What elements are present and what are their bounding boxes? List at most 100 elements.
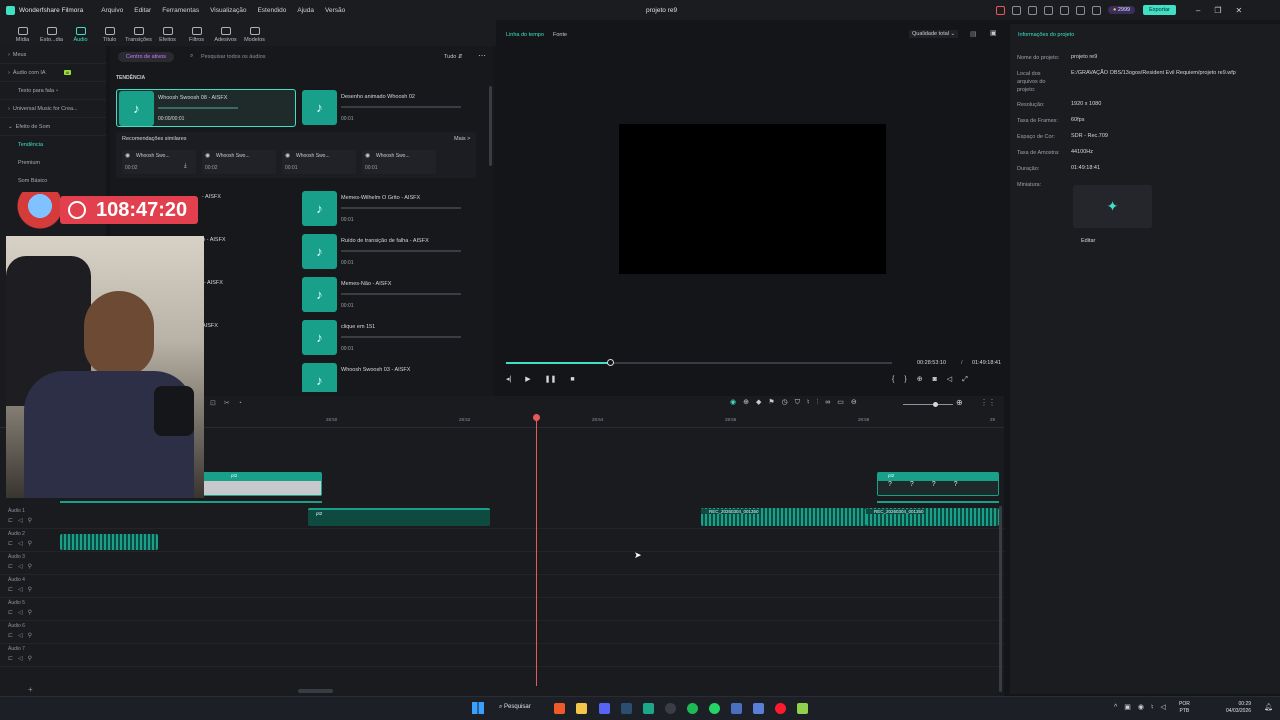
tool-audio[interactable]: Áudio — [66, 27, 95, 46]
zoom-slider-handle[interactable] — [933, 402, 938, 407]
play-icon[interactable]: ▶ — [525, 376, 530, 383]
maximize-icon[interactable]: ❐ — [1214, 6, 1221, 15]
track-controls[interactable]: ⊏◁⚲ — [8, 609, 37, 616]
thumbnail-preview[interactable]: ✦ — [1073, 185, 1152, 228]
tool-transitions[interactable]: Transições — [124, 27, 153, 46]
spotify-icon[interactable] — [687, 703, 698, 714]
bell-icon[interactable] — [1012, 5, 1021, 15]
volume-icon[interactable]: ◁ — [947, 376, 962, 383]
track-controls[interactable]: ⊏◁⚲ — [8, 563, 37, 570]
audio-search-input[interactable]: Pesquisar todos os áudios — [201, 54, 266, 60]
audio-clip[interactable] — [60, 534, 158, 550]
subtitle-icon[interactable]: ▭ — [837, 399, 851, 406]
track-controls[interactable]: ⊏◁⚲ — [8, 517, 37, 524]
notepad-icon[interactable] — [797, 703, 808, 714]
crop-icon[interactable]: ⊡ — [210, 400, 224, 407]
gift-icon[interactable] — [996, 5, 1005, 15]
video-clip[interactable]: pt2 — [200, 472, 322, 496]
sidebar-item-efeito-som[interactable]: ⌄ Efeito de Som — [0, 118, 106, 136]
ai-tool-icon[interactable]: ◉ — [730, 399, 743, 406]
playhead-handle[interactable] — [533, 414, 540, 421]
tool-title[interactable]: Título — [95, 27, 124, 46]
mark-icon[interactable]: ⚑ — [768, 399, 781, 406]
pause-icon[interactable]: ❚❚ — [545, 376, 557, 383]
playback-scrubber-handle[interactable] — [607, 359, 615, 366]
audio-clip[interactable]: REC_20260304_001350 — [866, 508, 999, 526]
audio-clip[interactable]: REC_20260304_001350 — [701, 508, 866, 526]
filmora-icon[interactable] — [643, 703, 654, 714]
track-controls[interactable]: ⊏◁⚲ — [8, 540, 37, 547]
split-icon[interactable]: ✂ — [224, 400, 238, 407]
tool-templates[interactable]: Modelos — [240, 27, 269, 46]
sidebar-item-audio-ia[interactable]: › Áudio com IA AI — [0, 64, 106, 82]
edit-thumbnail-button[interactable]: Editar — [1081, 238, 1095, 244]
similar-item[interactable]: ◉ Whoosh Swo... 00:02 — [202, 150, 276, 174]
steam-icon[interactable] — [621, 703, 632, 714]
obs-icon[interactable] — [665, 703, 676, 714]
start-icon[interactable] — [472, 702, 484, 714]
tool-stickers[interactable]: Adesivos — [211, 27, 240, 46]
timeline-scrollbar[interactable] — [298, 689, 333, 693]
audio-card-featured-2[interactable]: ♪ Desenho animado Whoosh 02 00:01 — [300, 89, 480, 127]
save-icon[interactable] — [1044, 5, 1053, 15]
layout-icon[interactable] — [1028, 5, 1037, 15]
vpn-icon[interactable] — [731, 703, 742, 714]
minimize-icon[interactable]: – — [1196, 6, 1200, 15]
auto-icon[interactable]: ⊕ — [743, 399, 756, 406]
zoom-slider[interactable] — [903, 402, 953, 407]
similar-item[interactable]: ◉ Whoosh Swo... 00:02 ⤓ — [122, 150, 196, 174]
track-controls[interactable]: ⊏◁⚲ — [8, 632, 37, 639]
menu-item-estendido[interactable]: Estendido — [257, 7, 286, 14]
filter-dropdown[interactable]: Tudo ⇵ — [444, 54, 462, 60]
menu-item-ajuda[interactable]: Ajuda — [297, 7, 314, 14]
brave-icon[interactable] — [554, 703, 565, 714]
similar-item[interactable]: ◉ Whoosh Swo... 00:01 — [282, 150, 356, 174]
discord-icon[interactable] — [599, 703, 610, 714]
mark-in-icon[interactable]: { — [892, 376, 904, 383]
taskbar-clock[interactable]: 00:29 04/03/2026 — [1226, 701, 1251, 715]
monitor-icon[interactable] — [753, 703, 764, 714]
prev-frame-icon[interactable]: ◂| — [506, 376, 511, 383]
tool-filters[interactable]: Filtros — [182, 27, 211, 46]
audio-card[interactable]: ♪ Ruído de transição de falha - AISFX 00:0… — [300, 233, 480, 271]
keyframe-icon[interactable]: ◆ — [756, 399, 768, 406]
audio-card[interactable]: ♪ clique em 151 00:01 — [300, 319, 480, 357]
notification-icon[interactable]: 🔔︎ — [1264, 703, 1273, 711]
user-icon[interactable] — [1092, 5, 1101, 15]
track-controls[interactable]: ⊏◁⚲ — [8, 586, 37, 593]
menu-item-ferramentas[interactable]: Ferramentas — [162, 7, 199, 14]
tab-timeline[interactable]: Linha do tempo — [506, 32, 544, 38]
whatsapp-icon[interactable] — [709, 703, 720, 714]
audio-card[interactable]: ♪ Memes-Wilhelm O Grito - AISFX 00:01 — [300, 190, 480, 228]
menu-item-arquivo[interactable]: Arquivo — [101, 7, 123, 14]
sidebar-item-som-basico[interactable]: Som Básico — [0, 172, 106, 190]
similar-item[interactable]: ◉ Whoosh Swo... 00:01 — [362, 150, 436, 174]
sidebar-item-texto-fala[interactable]: Texto para fala • — [0, 82, 106, 100]
asset-center-tab[interactable]: Centro de ativos — [118, 52, 175, 62]
speed-icon[interactable]: ◷ — [782, 399, 795, 406]
menu-item-versao[interactable]: Versão — [325, 7, 345, 14]
audio-title[interactable]: - AISFX — [202, 194, 221, 200]
snapshot-icon[interactable]: ▣ — [990, 29, 997, 37]
grid-icon[interactable]: ▤ — [970, 30, 977, 38]
export-button[interactable]: Exportar — [1143, 5, 1176, 15]
more-options-icon[interactable]: ⋯ — [478, 51, 486, 60]
sidebar-item-universal-music[interactable]: › Universal Music for Crea... — [0, 100, 106, 118]
download-icon[interactable]: ⤓ — [184, 163, 187, 170]
zoom-in-icon[interactable]: ⊕ — [956, 398, 963, 407]
cloud-icon[interactable] — [1060, 5, 1069, 15]
track-controls[interactable]: ⊏◁⚲ — [8, 655, 37, 662]
tray-icons[interactable]: ^▣◉♮◁ — [1114, 703, 1173, 711]
menu-item-editar[interactable]: Editar — [134, 7, 151, 14]
menu-item-visualizacao[interactable]: Visualização — [210, 7, 246, 14]
speed-icon[interactable]: ◔ — [238, 400, 250, 407]
playback-progress-track[interactable] — [506, 359, 892, 366]
zoom-out-icon[interactable]: ⊖ — [851, 399, 864, 406]
video-clip[interactable]: pt2 ???? — [877, 472, 999, 496]
audio-clip[interactable]: pt2 — [308, 508, 490, 526]
sidebar-item-tendencia[interactable]: Tendência — [0, 136, 106, 154]
audio-card[interactable]: ♪ Memes-Não - AISFX 00:01 — [300, 276, 480, 314]
camera-icon[interactable]: ◙ — [933, 376, 947, 383]
credits-badge[interactable]: ● 2999 — [1108, 6, 1136, 14]
grid-view-icon[interactable]: ⋮⋮ — [980, 398, 996, 407]
